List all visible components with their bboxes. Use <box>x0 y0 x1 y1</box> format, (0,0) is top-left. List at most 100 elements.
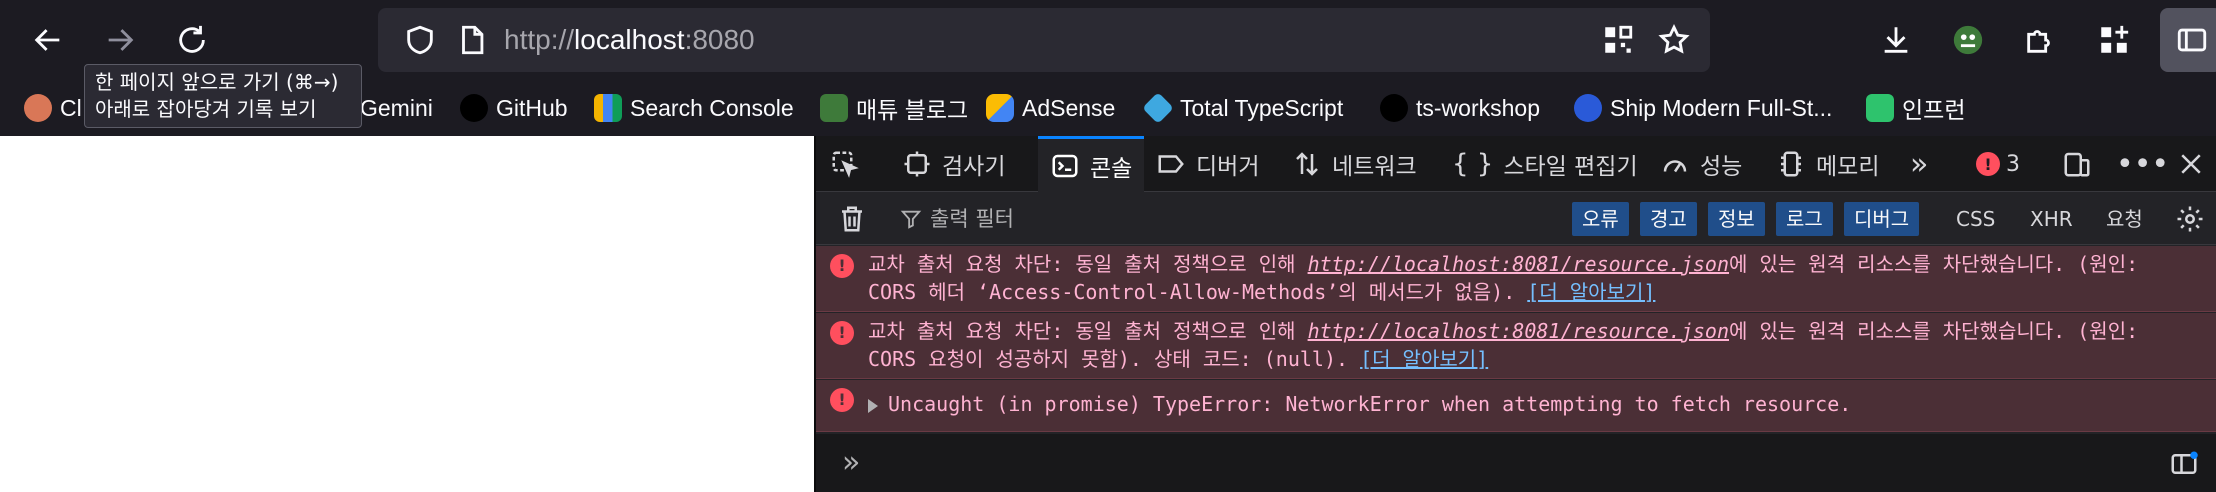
console-input[interactable]: » <box>816 434 2216 492</box>
error-icon: ! <box>830 254 854 278</box>
level-log[interactable]: 로그 <box>1776 202 1833 236</box>
sidebar-icon <box>2164 12 2216 68</box>
diamond-icon <box>1142 92 1174 124</box>
tab-network[interactable]: 네트워크 <box>1292 136 1417 192</box>
devtools-menu-button[interactable]: ••• <box>2116 136 2169 192</box>
learn-more-link[interactable]: [더 알아보기] <box>1527 280 1655 304</box>
apps-icon[interactable] <box>2086 12 2142 68</box>
console-message-error-3[interactable]: ! Uncaught (in promise) TypeError: Netwo… <box>816 380 2216 432</box>
bookmark-gemini[interactable]: Gemini <box>360 80 433 136</box>
bookmark-label: Ship Modern Full-St... <box>1610 94 1833 121</box>
message-text: 교차 출처 요청 차단: 동일 출처 정책으로 인해 http://localh… <box>868 250 2198 306</box>
tab-console[interactable]: 콘솔 <box>1038 136 1145 192</box>
console-icon <box>1052 154 1078 177</box>
error-icon: ! <box>830 388 854 412</box>
tab-memory[interactable]: 메모리 <box>1776 136 1879 192</box>
back-arrow-icon[interactable] <box>20 12 76 68</box>
error-count-badge[interactable]: ! 3 <box>1976 136 2020 192</box>
filter-icon <box>900 210 922 229</box>
extension-avatar-icon[interactable] <box>1940 12 1996 68</box>
bookmark-label: Total TypeScript <box>1180 94 1344 121</box>
filter-xhr[interactable]: XHR <box>2030 202 2073 236</box>
filter-placeholder: 출력 필터 <box>930 207 1014 231</box>
ship-modern-icon <box>1574 94 1602 122</box>
tab-style-editor[interactable]: { } 스타일 편집기 <box>1452 136 1638 192</box>
filter-css[interactable]: CSS <box>1956 202 1995 236</box>
console-filter-input[interactable]: 출력 필터 <box>900 193 1014 245</box>
star-icon[interactable] <box>1646 12 1702 68</box>
tab-label: 메모리 <box>1816 154 1880 180</box>
bookmark-ship-modern[interactable]: Ship Modern Full-St... <box>1574 80 1832 136</box>
github-icon <box>460 94 488 122</box>
console-settings-button[interactable] <box>2162 191 2216 247</box>
memory-chip-icon <box>1781 151 1801 177</box>
error-icon: ! <box>1976 152 2000 176</box>
level-info[interactable]: 정보 <box>1708 202 1765 236</box>
responsive-icon <box>2064 152 2090 177</box>
more-tabs-button[interactable]: » <box>1910 136 1928 192</box>
responsive-mode-button[interactable] <box>2062 136 2092 192</box>
console-message-error-1: ! 교차 출처 요청 차단: 동일 출처 정책으로 인해 http://loca… <box>816 246 2216 312</box>
tab-debugger[interactable]: 디버거 <box>1156 136 1259 192</box>
network-icon <box>1296 152 1318 176</box>
puzzle-icon[interactable] <box>2012 12 2068 68</box>
element-picker-button[interactable] <box>830 136 860 192</box>
shield-icon[interactable] <box>392 12 448 68</box>
bookmark-adsense[interactable]: AdSense <box>986 80 1115 136</box>
bookmark-claude[interactable]: Cl <box>24 80 82 136</box>
filter-requests[interactable]: 요청 <box>2106 202 2143 236</box>
forward-tooltip: 한 페이지 앞으로 가기 (⌘→) 아래로 잡아당겨 기록 보기 <box>84 64 362 128</box>
editor-mode-button[interactable] <box>2156 436 2212 492</box>
bookmark-matthew-blog[interactable]: 매튜 블로그 <box>820 80 968 136</box>
resource-link[interactable]: http://localhost:8081/resource.json <box>1308 319 1729 343</box>
debugger-icon <box>1158 155 1184 173</box>
gauge-icon <box>1663 160 1687 173</box>
bookmark-ts-workshop[interactable]: ts-workshop <box>1380 80 1540 136</box>
devtools-close-button[interactable] <box>2176 136 2206 192</box>
console-message-error-2: ! 교차 출처 요청 차단: 동일 출처 정책으로 인해 http://loca… <box>816 313 2216 379</box>
braces-icon: { } <box>1452 149 1494 179</box>
page-icon[interactable] <box>444 12 500 68</box>
prompt-chevron-icon: » <box>842 445 861 480</box>
forward-arrow-icon[interactable] <box>92 12 148 68</box>
message-text: Uncaught (in promise) TypeError: Network… <box>868 390 2198 418</box>
tab-label: 콘솔 <box>1090 155 1133 182</box>
tab-performance[interactable]: 성능 <box>1660 136 1742 192</box>
reload-icon[interactable] <box>164 12 220 68</box>
tab-label: 검사기 <box>942 154 1006 180</box>
tab-label: 네트워크 <box>1332 154 1417 180</box>
double-chevron-icon: » <box>1910 146 1929 182</box>
bookmark-label: Gemini <box>360 94 433 121</box>
tooltip-line-2: 아래로 잡아당겨 기록 보기 <box>95 97 317 121</box>
expand-caret-icon[interactable] <box>868 398 878 413</box>
level-warning[interactable]: 경고 <box>1640 202 1697 236</box>
qr-code-icon[interactable] <box>1590 12 1646 68</box>
error-count: 3 <box>2006 151 2020 177</box>
bookmark-inflearn[interactable]: 인프런 <box>1866 80 1965 136</box>
claude-icon <box>24 94 52 122</box>
download-icon[interactable] <box>1868 12 1924 68</box>
tab-label: 디버거 <box>1196 154 1260 180</box>
learn-more-link[interactable]: [더 알아보기] <box>1360 347 1488 371</box>
resource-link[interactable]: http://localhost:8081/resource.json <box>1308 252 1729 276</box>
level-debug[interactable]: 디버그 <box>1844 202 1920 236</box>
message-text: 교차 출처 요청 차단: 동일 출처 정책으로 인해 http://localh… <box>868 317 2198 373</box>
message-body: Uncaught (in promise) TypeError: Network… <box>888 392 1852 416</box>
level-error[interactable]: 오류 <box>1572 202 1629 236</box>
tab-label: 성능 <box>1700 154 1743 180</box>
sidebar-button[interactable] <box>2160 8 2216 72</box>
bookmark-label: GitHub <box>496 94 568 121</box>
url-scheme: http:// <box>504 24 575 55</box>
bookmark-label: Cl <box>60 94 82 121</box>
url-text[interactable]: http://localhost:8080 <box>504 8 755 72</box>
devtools-tabbar: 검사기 콘솔 디버거 네트워크 { } 스타일 편집기 성능 메모리 » ! 3… <box>816 136 2216 192</box>
bookmark-search-console[interactable]: Search Console <box>594 80 794 136</box>
clear-console-button[interactable] <box>824 191 880 247</box>
picker-icon <box>832 151 859 178</box>
error-icon: ! <box>830 321 854 345</box>
tab-inspector[interactable]: 검사기 <box>902 136 1005 192</box>
url-bar[interactable]: http://localhost:8080 <box>378 8 1710 72</box>
bookmark-github[interactable]: GitHub <box>460 80 568 136</box>
bookmark-total-typescript[interactable]: Total TypeScript <box>1142 80 1344 136</box>
message-prefix: 교차 출처 요청 차단: 동일 출처 정책으로 인해 <box>868 319 1308 343</box>
